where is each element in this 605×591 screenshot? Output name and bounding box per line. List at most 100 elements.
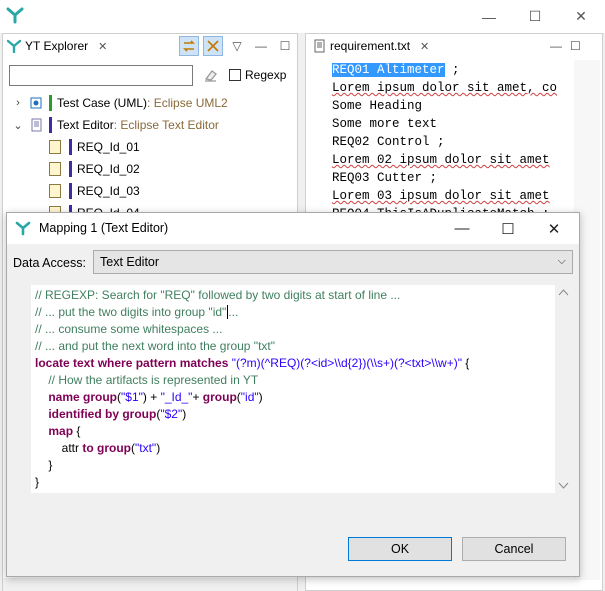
code-text: // REGEXP: Search for "REQ" followed by … <box>35 287 469 491</box>
editor-line: REQ03 Cutter ; <box>332 171 438 185</box>
tree-item-req-03[interactable]: REQ_Id_03 <box>11 180 297 202</box>
tree: › Test Case (UML) : Eclipse UML2 ⌄ Text … <box>11 92 297 224</box>
tree-item-label: REQ_Id_02 <box>77 162 140 176</box>
editor-text-area[interactable]: REQ01 Altimeter ; Lorem ipsum dolor sit … <box>332 61 582 223</box>
data-access-label: Data Access: <box>13 256 86 270</box>
tab-requirement-txt[interactable]: requirement.txt ✕ <box>306 34 446 58</box>
tab-yt-explorer[interactable]: YT Explorer ✕ <box>3 34 123 58</box>
selected-text: REQ01 Altimeter <box>332 63 445 77</box>
dialog-close-button[interactable]: ✕ <box>531 213 577 244</box>
text-file-icon <box>314 39 325 53</box>
horizontal-scrollbar[interactable] <box>3 578 297 591</box>
app-logo-icon <box>15 221 31 236</box>
close-icon[interactable]: ✕ <box>420 40 429 53</box>
minimize-view-icon[interactable]: — <box>251 36 271 56</box>
tree-item-suffix: : Eclipse UML2 <box>147 96 228 110</box>
code-comment: // How the artifacts is represented in Y… <box>35 373 259 387</box>
search-input[interactable] <box>9 65 193 86</box>
filter-icon[interactable] <box>203 36 223 56</box>
mapping-dialog: Mapping 1 (Text Editor) — ☐ ✕ Data Acces… <box>6 212 580 577</box>
code-text-fragment: ) <box>182 407 187 421</box>
requirement-icon <box>49 162 61 176</box>
link-with-editor-icon[interactable] <box>179 36 199 56</box>
requirement-icon <box>49 140 61 154</box>
maximize-button[interactable]: ☐ <box>512 0 558 33</box>
explorer-toolbar: ▽ — ☐ <box>179 34 297 58</box>
code-text-fragment: ) + <box>142 390 161 404</box>
code-keyword: group <box>202 390 237 404</box>
editor-line: Lorem 02 ipsum dolor sit amet <box>332 153 550 167</box>
code-text-fragment: + <box>192 390 203 404</box>
code-keyword: name group <box>48 390 118 404</box>
editor-line: Some more text <box>332 117 438 131</box>
code-comment: // ... consume some whitespaces ... <box>35 322 223 336</box>
tree-item-suffix: : Eclipse Text Editor <box>113 118 219 132</box>
status-bar <box>69 183 72 199</box>
editor-line: Some Heading <box>332 99 423 113</box>
tree-item-req-01[interactable]: REQ_Id_01 <box>11 136 297 158</box>
regexp-label: Regexp <box>245 68 287 82</box>
vertical-scrollbar[interactable] <box>555 285 572 493</box>
text-file-icon <box>29 118 43 132</box>
editor-view-controls: — ☐ <box>550 36 600 56</box>
code-text-fragment: attr <box>61 441 83 455</box>
editor-line: Lorem 03 ipsum dolor sit amet <box>332 189 550 203</box>
code-text-fragment: { <box>73 424 81 438</box>
code-comment: ... <box>228 305 239 319</box>
code-comment: // ... put the two digits into group "id… <box>35 305 227 319</box>
tree-item-label: Test Case (UML) <box>57 96 148 110</box>
tree-item-label: REQ_Id_01 <box>77 140 140 154</box>
chevron-right-icon[interactable]: › <box>11 97 25 109</box>
code-text-fragment: ) <box>258 390 263 404</box>
close-icon[interactable]: ✕ <box>98 40 107 53</box>
uml-model-icon <box>29 96 43 110</box>
tree-item-text-editor[interactable]: ⌄ Text Editor : Eclipse Text Editor <box>11 114 297 136</box>
cancel-button[interactable]: Cancel <box>462 537 566 561</box>
status-bar <box>49 117 52 133</box>
tree-item-label: REQ_Id_03 <box>77 184 140 198</box>
maximize-view-icon[interactable]: ☐ <box>275 36 295 56</box>
dialog-minimize-button[interactable]: — <box>439 213 485 244</box>
dialog-title: Mapping 1 (Text Editor) <box>39 221 169 235</box>
requirement-icon <box>49 184 61 198</box>
code-keyword: identified by group <box>48 407 157 421</box>
code-text-fragment: } <box>35 458 53 472</box>
code-keyword: to group <box>82 441 131 455</box>
code-text-fragment: ) <box>156 441 161 455</box>
dialog-title-bar: Mapping 1 (Text Editor) — ☐ ✕ <box>7 213 579 244</box>
tree-item-label: Text Editor <box>57 118 114 132</box>
chevron-down-icon[interactable]: ⌄ <box>11 119 25 132</box>
chevron-down-icon: ⌵ <box>557 255 566 267</box>
code-comment: // ... and put the next word into the gr… <box>35 339 275 353</box>
code-string: "(?m)(^REQ)(?<id>\\d{2})(\\s+)(?<txt>\\w… <box>228 356 462 370</box>
code-string: "id" <box>240 390 259 404</box>
yt-explorer-icon <box>7 39 21 53</box>
eraser-icon[interactable] <box>203 67 219 83</box>
minimize-button[interactable]: — <box>466 0 512 33</box>
code-string: "txt" <box>135 441 157 455</box>
maximize-view-icon[interactable]: ☐ <box>570 39 581 53</box>
code-keyword: locate text where pattern matches <box>35 356 229 370</box>
app-logo-icon <box>6 7 24 24</box>
ok-button[interactable]: OK <box>348 537 452 561</box>
dialog-maximize-button[interactable]: ☐ <box>485 213 531 244</box>
main-title-bar: — ☐ ✕ <box>0 0 605 33</box>
code-string: "$1" <box>121 390 143 404</box>
close-button[interactable]: ✕ <box>558 0 604 33</box>
code-keyword: map <box>48 424 74 438</box>
code-editor[interactable]: // REGEXP: Search for "REQ" followed by … <box>31 285 555 493</box>
tree-item-req-02[interactable]: REQ_Id_02 <box>11 158 297 180</box>
code-text-fragment: { <box>461 356 470 370</box>
minimize-view-icon[interactable]: — <box>550 39 562 53</box>
regexp-checkbox[interactable] <box>229 69 241 81</box>
tree-item-test-case[interactable]: › Test Case (UML) : Eclipse UML2 <box>11 92 297 114</box>
tab-label: YT Explorer <box>25 39 89 53</box>
chevron-down-icon[interactable]: ▽ <box>227 36 247 56</box>
data-access-select[interactable]: Text Editor ⌵ <box>93 250 573 274</box>
select-value: Text Editor <box>100 255 160 269</box>
status-bar <box>69 139 72 155</box>
editor-line: Lorem ipsum dolor sit amet, co <box>332 81 558 95</box>
code-text-fragment: } <box>35 475 40 489</box>
code-comment: // REGEXP: Search for "REQ" followed by … <box>35 288 401 302</box>
status-bar <box>49 95 52 111</box>
